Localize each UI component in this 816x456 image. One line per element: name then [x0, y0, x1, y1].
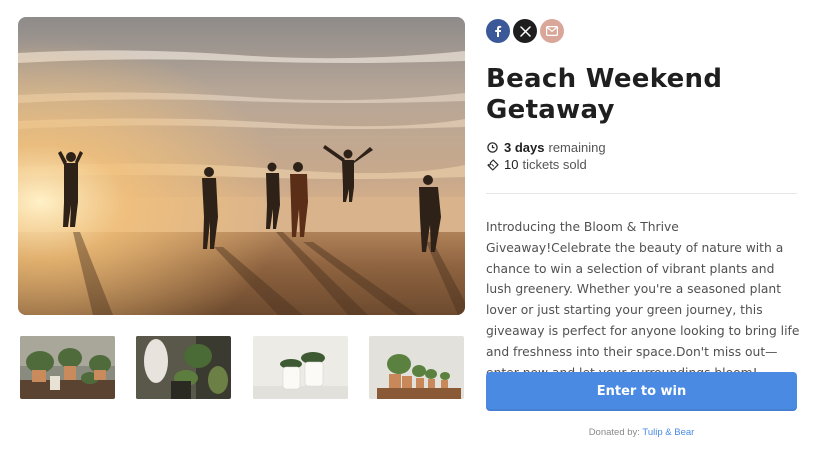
thumbnail-plants-shelf[interactable]	[20, 336, 115, 399]
time-suffix: remaining	[548, 140, 606, 155]
page-title: Beach Weekend Getaway	[486, 64, 723, 125]
enter-to-win-button[interactable]: Enter to win	[486, 372, 797, 411]
facebook-share-button[interactable]	[486, 19, 510, 43]
facebook-icon	[495, 25, 502, 37]
listing-meta: 3 days remaining 10 tickets sold	[486, 139, 606, 173]
time-value: 3 days	[504, 140, 545, 155]
clock-icon	[486, 141, 499, 154]
x-icon	[519, 25, 531, 37]
description: Introducing the Bloom & Thrive Giveaway!…	[486, 220, 800, 380]
ticket-icon	[486, 158, 499, 171]
hero-image	[18, 17, 465, 315]
email-share-button[interactable]	[540, 19, 564, 43]
x-share-button[interactable]	[513, 19, 537, 43]
thumbnail-strip	[20, 336, 464, 399]
donated-by: Donated by: Tulip & Bear	[486, 427, 797, 438]
divider	[486, 193, 797, 194]
time-remaining: 3 days remaining	[486, 139, 606, 156]
tickets-value: 10	[504, 157, 519, 172]
email-icon	[546, 26, 558, 36]
donated-prefix: Donated by:	[588, 427, 640, 438]
thumbnail-potted-plants[interactable]	[253, 336, 348, 399]
beach-sunset-photo	[18, 17, 465, 315]
donor-link[interactable]: Tulip & Bear	[642, 427, 694, 438]
thumbnail-plants-table[interactable]	[369, 336, 464, 399]
thumbnail-gardener[interactable]	[136, 336, 231, 399]
tickets-suffix: tickets sold	[522, 157, 587, 172]
tickets-sold: 10 tickets sold	[486, 156, 606, 173]
